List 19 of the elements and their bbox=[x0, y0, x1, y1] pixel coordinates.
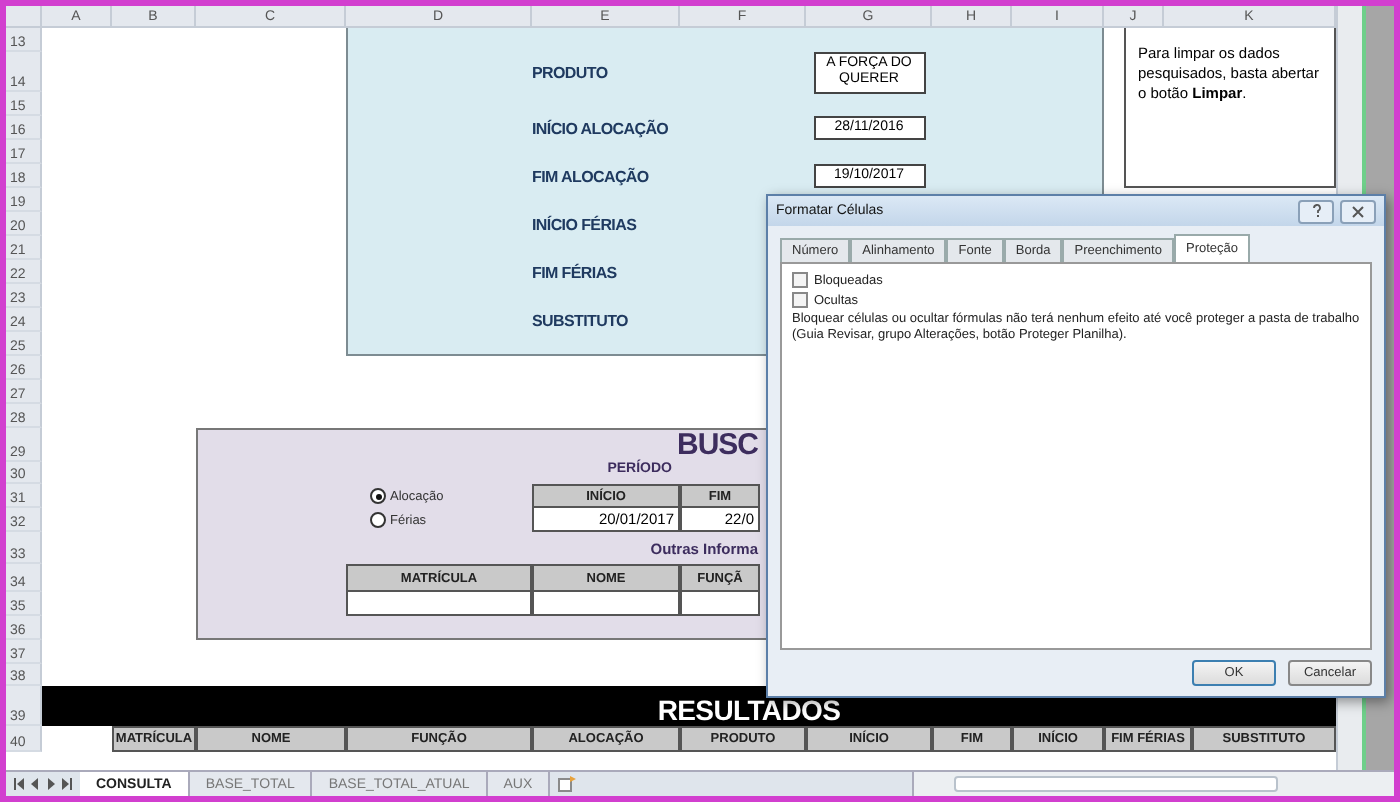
table-cell[interactable] bbox=[680, 592, 760, 616]
panel-title: BUSC bbox=[674, 428, 760, 462]
first-sheet-icon[interactable] bbox=[14, 778, 24, 790]
table-cell[interactable] bbox=[532, 592, 680, 616]
close-button[interactable] bbox=[1340, 199, 1376, 223]
field-label: FIM FÉRIAS bbox=[532, 263, 619, 281]
close-icon bbox=[1352, 205, 1364, 217]
last-sheet-icon[interactable] bbox=[62, 778, 72, 790]
new-sheet-icon[interactable] bbox=[558, 776, 577, 792]
next-sheet-icon[interactable] bbox=[46, 778, 56, 790]
horizontal-scrollbar[interactable] bbox=[912, 772, 1394, 796]
field-label: PRODUTO bbox=[532, 63, 610, 81]
help-button[interactable] bbox=[1298, 199, 1334, 223]
previous-sheet-icon[interactable] bbox=[30, 778, 40, 790]
help-icon bbox=[1311, 204, 1321, 218]
table-cell[interactable] bbox=[346, 592, 532, 616]
field-label: FIM ALOCAÇÃO bbox=[532, 167, 651, 185]
field-label: INÍCIO FÉRIAS bbox=[532, 215, 639, 233]
field-label: INÍCIO ALOCAÇÃO bbox=[532, 119, 671, 137]
